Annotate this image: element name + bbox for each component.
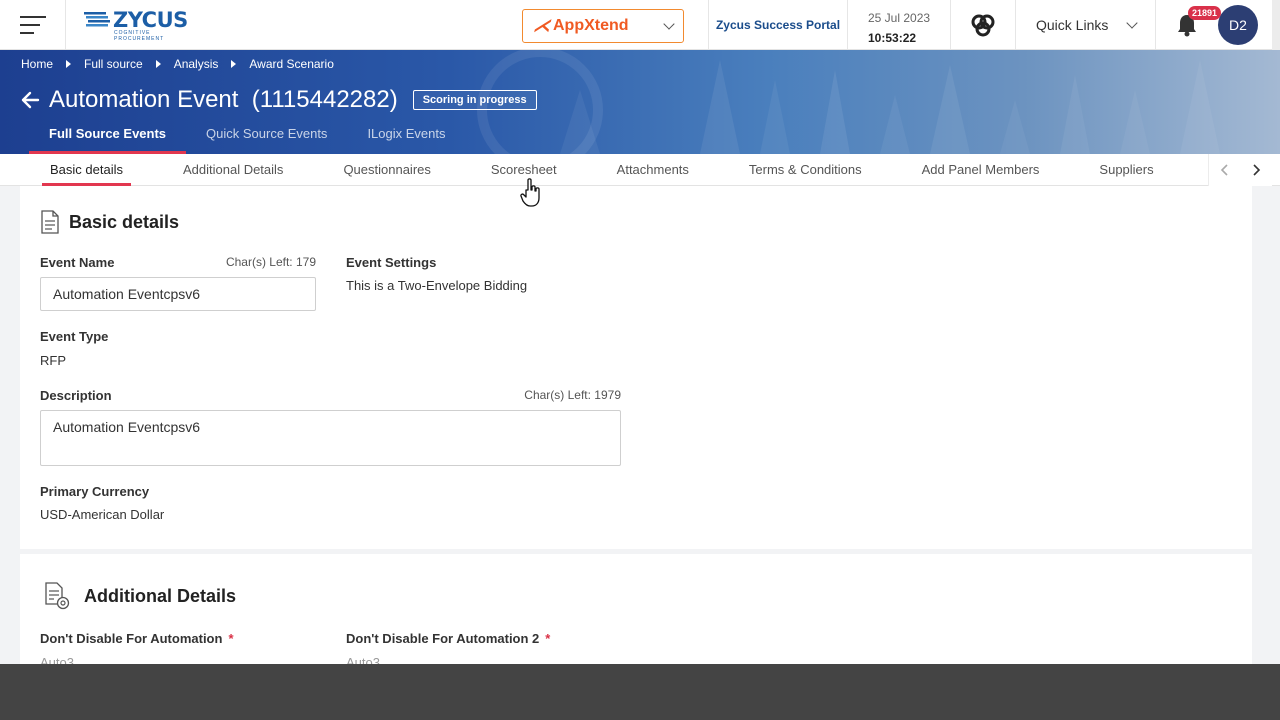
event-type-label: Event Type — [40, 329, 109, 344]
document-settings-icon — [45, 582, 70, 610]
breadcrumb-separator-icon — [66, 60, 72, 68]
additional-details-header: Additional Details — [44, 582, 236, 610]
tab-quick-source-events[interactable]: Quick Source Events — [186, 126, 347, 154]
chevron-right-icon[interactable] — [1241, 154, 1273, 186]
event-name-char-count: Char(s) Left: 179 — [225, 255, 316, 269]
success-portal-link[interactable]: Zycus Success Portal — [708, 0, 848, 49]
appxtend-icon: ⋌ — [533, 16, 550, 35]
breadcrumb-full-source[interactable]: Full source — [84, 57, 143, 71]
chevron-left-icon[interactable] — [1209, 154, 1241, 186]
notifications-button[interactable]: 21891 — [1156, 0, 1222, 49]
event-header-banner: Home Full source Analysis Award Scenario… — [0, 50, 1280, 154]
description-field[interactable]: Automation Eventcpsv6 — [40, 410, 621, 466]
breadcrumb: Home Full source Analysis Award Scenario — [21, 57, 334, 71]
chevron-down-icon — [663, 18, 675, 30]
current-time: 10:53:22 — [868, 31, 917, 45]
page-title-row: Automation Event (1115442282) Scoring in… — [20, 86, 537, 114]
primary-currency-value: USD-American Dollar — [40, 507, 165, 522]
event-settings-value: This is a Two-Envelope Bidding — [346, 278, 528, 293]
event-name-field[interactable]: Automation Eventcpsv6 — [40, 277, 316, 311]
date-time: 25 Jul 2023 10:53:22 — [848, 0, 951, 49]
status-badge: Scoring in progress — [412, 90, 537, 110]
required-marker: * — [228, 631, 234, 646]
logo-text: ZYCUS — [113, 7, 188, 32]
tab-questionnaires[interactable]: Questionnaires — [313, 154, 460, 186]
dont-disable-automation-2-label: Don't Disable For Automation 2 * — [346, 631, 550, 646]
event-id: (1115442282) — [251, 86, 398, 113]
event-name-label: Event Name — [40, 255, 115, 270]
notification-badge: 21891 — [1188, 6, 1222, 20]
section-title: Additional Details — [84, 585, 237, 606]
tab-additional-details[interactable]: Additional Details — [153, 154, 313, 186]
tab-basic-details[interactable]: Basic details — [20, 154, 153, 186]
event-title: Automation Event — [49, 86, 239, 113]
breadcrumb-home[interactable]: Home — [21, 57, 53, 71]
quick-links-dropdown[interactable]: Quick Links — [1016, 0, 1156, 49]
back-arrow-icon[interactable] — [20, 90, 40, 110]
zycus-logo[interactable]: ZYCUS COGNITIVE PROCUREMENT — [66, 0, 196, 49]
dont-disable-automation-label: Don't Disable For Automation * — [40, 631, 234, 646]
current-date: 25 Jul 2023 — [868, 11, 931, 25]
required-marker: * — [545, 631, 551, 646]
breadcrumb-separator-icon — [231, 60, 237, 68]
page-title: Automation Event (1115442282) — [49, 86, 398, 114]
tab-ilogix-events[interactable]: ILogix Events — [347, 126, 465, 154]
hand-cursor-icon — [520, 178, 540, 207]
event-type-nav: Full Source Events Quick Source Events I… — [29, 126, 465, 154]
additional-details-card: Additional Details Don't Disable For Aut… — [20, 554, 1252, 664]
section-title: Basic details — [69, 211, 180, 232]
tab-suppliers[interactable]: Suppliers — [1069, 154, 1183, 186]
description-label: Description — [40, 388, 112, 403]
avatar[interactable]: D2 — [1218, 4, 1258, 45]
appxtend-label: AppXtend — [553, 17, 629, 34]
tab-scroll-controls — [1208, 154, 1272, 186]
dont-disable-automation-2-value: Auto3 — [346, 655, 380, 664]
tab-terms-conditions[interactable]: Terms & Conditions — [719, 154, 892, 186]
section-tabs: Basic details Additional Details Questio… — [0, 154, 1280, 186]
main-content: Basic details Event Name Char(s) Left: 1… — [20, 186, 1252, 664]
chevron-down-icon — [1126, 16, 1139, 29]
user-menu[interactable]: D2 — [1218, 0, 1280, 49]
basic-details-header: Basic details — [40, 210, 179, 234]
tab-full-source-events[interactable]: Full Source Events — [29, 126, 187, 154]
event-settings-label: Event Settings — [346, 255, 437, 270]
basic-details-card: Basic details Event Name Char(s) Left: 1… — [20, 186, 1252, 549]
scrollbar[interactable] — [1272, 0, 1280, 50]
document-icon — [41, 210, 59, 234]
breadcrumb-award-scenario[interactable]: Award Scenario — [249, 57, 334, 71]
zycus-logo-icon — [84, 11, 110, 26]
top-bar: ZYCUS COGNITIVE PROCUREMENT ⋌ AppXtend Z… — [0, 0, 1280, 50]
primary-currency-label: Primary Currency — [40, 484, 150, 499]
logo-tagline: COGNITIVE PROCUREMENT — [114, 29, 165, 42]
dont-disable-automation-value: Auto3 — [40, 655, 74, 664]
description-char-count: Char(s) Left: 1979 — [524, 388, 621, 402]
event-type-value: RFP — [40, 353, 66, 368]
breadcrumb-separator-icon — [155, 60, 161, 68]
tab-add-panel-members[interactable]: Add Panel Members — [892, 154, 1070, 186]
field-label-text: Don't Disable For Automation — [40, 631, 223, 646]
field-label-text: Don't Disable For Automation 2 — [346, 631, 540, 646]
breadcrumb-analysis[interactable]: Analysis — [174, 57, 219, 71]
quick-links-label: Quick Links — [1036, 16, 1109, 33]
appxtend-dropdown[interactable]: ⋌ AppXtend — [522, 9, 684, 43]
hamburger-menu-icon[interactable] — [0, 0, 66, 49]
apps-swirl-icon[interactable] — [951, 0, 1016, 49]
bottom-bar — [0, 664, 1280, 720]
tab-attachments[interactable]: Attachments — [587, 154, 719, 186]
